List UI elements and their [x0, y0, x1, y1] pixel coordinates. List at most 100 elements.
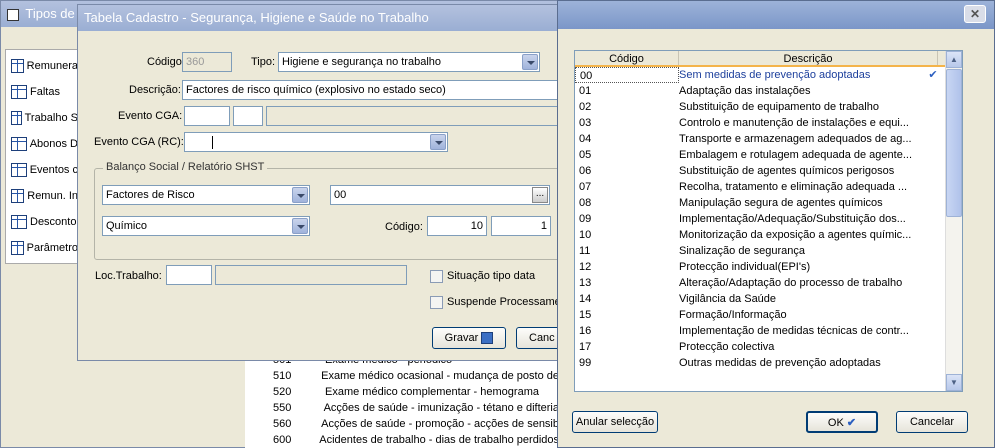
- cancelar-button[interactable]: Cancelar: [896, 411, 968, 433]
- cadastro-window-titlebar: Tabela Cadastro - Segurança, Higiene e S…: [78, 5, 559, 31]
- cell-check: [921, 339, 945, 355]
- table-row[interactable]: 510 Exame médico ocasional - mudança de p…: [245, 368, 559, 384]
- codigo-field[interactable]: 360: [182, 52, 232, 72]
- cell-desc: Adaptação das instalações: [679, 85, 811, 97]
- cell-check: [921, 195, 945, 211]
- list-item[interactable]: 99 Outras medidas de prevenção adoptadas: [575, 355, 962, 371]
- tree-item[interactable]: Faltas: [11, 79, 78, 105]
- scroll-up-icon[interactable]: ▲: [946, 51, 962, 68]
- chevron-down-icon[interactable]: [292, 218, 308, 234]
- lookup-rows: 00 Sem medidas de prevenção adoptadas ✔ 01 A…: [575, 67, 962, 371]
- cell-desc: Substituição de equipamento de trabalho: [679, 101, 879, 113]
- cell-code: 550: [273, 402, 292, 414]
- close-icon[interactable]: ✕: [964, 5, 986, 23]
- cell-code: 12: [579, 261, 592, 273]
- table-row[interactable]: 550 Acções de saúde - imunização - tétano…: [245, 400, 559, 416]
- evento-cga-field-1[interactable]: [184, 106, 230, 126]
- cell-desc: Embalagem e rotulagem adequada de agente…: [679, 149, 912, 161]
- background-window-title: Tipos de: [25, 6, 75, 21]
- list-item[interactable]: 06 Substituição de agentes químicos perig…: [575, 163, 962, 179]
- list-item[interactable]: 07 Recolha, tratamento e eliminação adequ…: [575, 179, 962, 195]
- chevron-down-icon[interactable]: [522, 54, 538, 70]
- ok-label: OK: [827, 417, 844, 429]
- cell-check: [921, 323, 945, 339]
- text-cursor: [212, 135, 213, 149]
- cell-code: 08: [579, 197, 592, 209]
- list-item[interactable]: 15 Formação/Informação: [575, 307, 962, 323]
- tree-item[interactable]: Desconto: [11, 209, 78, 235]
- cell-desc: Outras medidas de prevenção adoptadas: [679, 357, 881, 369]
- list-item[interactable]: 13 Alteração/Adaptação do processo de tra…: [575, 275, 962, 291]
- factores-code-field[interactable]: 00 ...: [330, 185, 550, 205]
- chevron-down-icon[interactable]: [292, 187, 308, 203]
- cell-check: [921, 291, 945, 307]
- tree-item[interactable]: Eventos c: [11, 157, 78, 183]
- evento-cga-field-2[interactable]: [233, 106, 263, 126]
- tree-list: Remunera Faltas Trabalho S Abonos D Eventos …: [11, 53, 78, 261]
- table-row[interactable]: 520 Exame médico complementar - hemograma: [245, 384, 559, 400]
- descricao-label: Descrição:: [129, 84, 181, 96]
- cell-check: [921, 131, 945, 147]
- ellipsis-button[interactable]: ...: [532, 187, 548, 203]
- list-item[interactable]: 03 Controlo e manutenção de instalações e…: [575, 115, 962, 131]
- list-item[interactable]: 12 Protecção individual(EPI's): [575, 259, 962, 275]
- chevron-down-icon[interactable]: [430, 134, 446, 150]
- balanco-social-group-label: Balanço Social / Relatório SHST: [103, 161, 268, 173]
- list-item[interactable]: 04 Transporte e armazenagem adequados de …: [575, 131, 962, 147]
- quimico-select[interactable]: Químico: [102, 216, 310, 236]
- situacao-checkbox[interactable]: [430, 270, 443, 283]
- gravar-button[interactable]: Gravar: [432, 327, 506, 349]
- list-item[interactable]: 09 Implementação/Adequação/Substituição d…: [575, 211, 962, 227]
- cell-desc: Exame médico ocasional - mudança de post…: [321, 370, 559, 382]
- evento-cga-rc-select[interactable]: [184, 132, 448, 152]
- list-item[interactable]: 01 Adaptação das instalações: [575, 83, 962, 99]
- list-item[interactable]: 17 Protecção colectiva: [575, 339, 962, 355]
- codigo2-field-a[interactable]: 10: [427, 216, 487, 236]
- cell-desc: Implementação/Adequação/Substituição dos…: [679, 213, 906, 225]
- col-codigo[interactable]: Código: [575, 51, 679, 65]
- tree-item[interactable]: Remunera: [11, 53, 78, 79]
- cell-check: [921, 99, 945, 115]
- anular-seleccao-button[interactable]: Anular selecção: [572, 411, 658, 433]
- tipo-select[interactable]: Higiene e segurança no trabalho: [278, 52, 540, 72]
- suspende-checkbox[interactable]: [430, 296, 443, 309]
- list-item[interactable]: 08 Manipulação segura de agentes químicos: [575, 195, 962, 211]
- tree-item[interactable]: Remun. In: [11, 183, 78, 209]
- cell-code: 14: [579, 293, 592, 305]
- ok-button[interactable]: OK ✔: [806, 411, 878, 433]
- table-icon: [11, 241, 24, 255]
- lookup-scrollbar[interactable]: ▲ ▼: [945, 51, 962, 391]
- list-item[interactable]: 10 Monitorização da exposição a agentes q…: [575, 227, 962, 243]
- table-row[interactable]: 600 Acidentes de trabalho - dias de traba…: [245, 432, 559, 448]
- scroll-thumb[interactable]: [946, 69, 962, 217]
- cell-desc: Sem medidas de prevenção adoptadas: [679, 69, 871, 81]
- list-item[interactable]: 16 Implementação de medidas técnicas de c…: [575, 323, 962, 339]
- cell-check: [921, 163, 945, 179]
- tree-item[interactable]: Parâmetro: [11, 235, 78, 261]
- cell-code: 03: [579, 117, 592, 129]
- table-row[interactable]: 560 Acções de saúde - promoção - acções d…: [245, 416, 559, 432]
- cell-code: 560: [273, 418, 292, 430]
- codigo2-label: Código:: [385, 221, 423, 233]
- checkmark-icon: ✔: [928, 69, 938, 81]
- list-item[interactable]: 11 Sinalização de segurança: [575, 243, 962, 259]
- loc-trabalho-field[interactable]: [166, 265, 212, 285]
- cell-code: 99: [579, 357, 592, 369]
- cell-code: 01: [579, 85, 592, 97]
- tipo-value: Higiene e segurança no trabalho: [282, 56, 442, 68]
- col-descricao[interactable]: Descrição: [679, 51, 938, 65]
- lookup-window-titlebar: [558, 1, 994, 29]
- list-item[interactable]: 05 Embalagem e rotulagem adequada de agen…: [575, 147, 962, 163]
- tree-item[interactable]: Abonos D: [11, 131, 78, 157]
- cell-code: 15: [579, 309, 592, 321]
- codigo2-field-b[interactable]: 1: [491, 216, 551, 236]
- situacao-label: Situação tipo data: [447, 270, 536, 282]
- list-item[interactable]: 00 Sem medidas de prevenção adoptadas ✔: [575, 67, 962, 83]
- descricao-field[interactable]: Factores de risco químico (explosivo no …: [182, 80, 562, 100]
- list-item[interactable]: 14 Vigilância da Saúde: [575, 291, 962, 307]
- tree-item[interactable]: Trabalho S: [11, 105, 78, 131]
- list-item[interactable]: 02 Substituição de equipamento de trabalh…: [575, 99, 962, 115]
- factores-value: Factores de Risco: [106, 189, 195, 201]
- factores-select[interactable]: Factores de Risco: [102, 185, 310, 205]
- scroll-down-icon[interactable]: ▼: [946, 374, 962, 391]
